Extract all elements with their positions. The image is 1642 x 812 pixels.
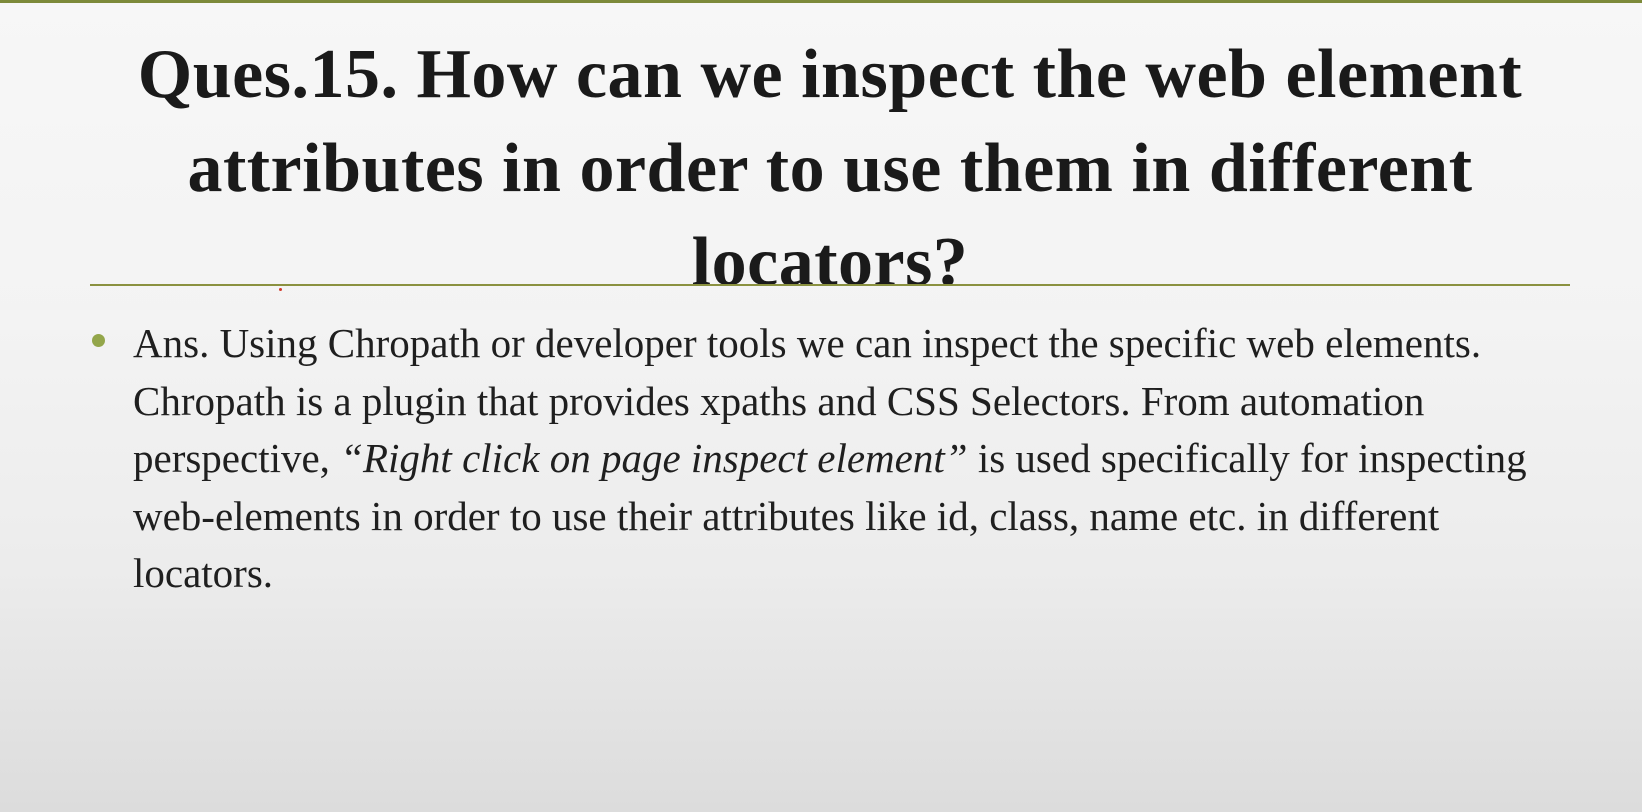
slide-title: Ques.15. How can we inspect the web elem…: [137, 36, 1523, 301]
cursor-mark: [279, 288, 282, 291]
answer-text-block: Ans. Using Chropath or developer tools w…: [133, 315, 1563, 603]
title-underline-rule: [90, 284, 1570, 286]
top-border-rule: [0, 0, 1642, 3]
answer-line-1: Ans. Using Chropath or developer tools w…: [133, 320, 1482, 366]
bullet-dot-icon: [92, 334, 105, 347]
answer-quote: “Right click on page inspect element”: [340, 435, 968, 481]
answer-line-2: Chropath is a plugin that provides xpath…: [133, 373, 1563, 603]
